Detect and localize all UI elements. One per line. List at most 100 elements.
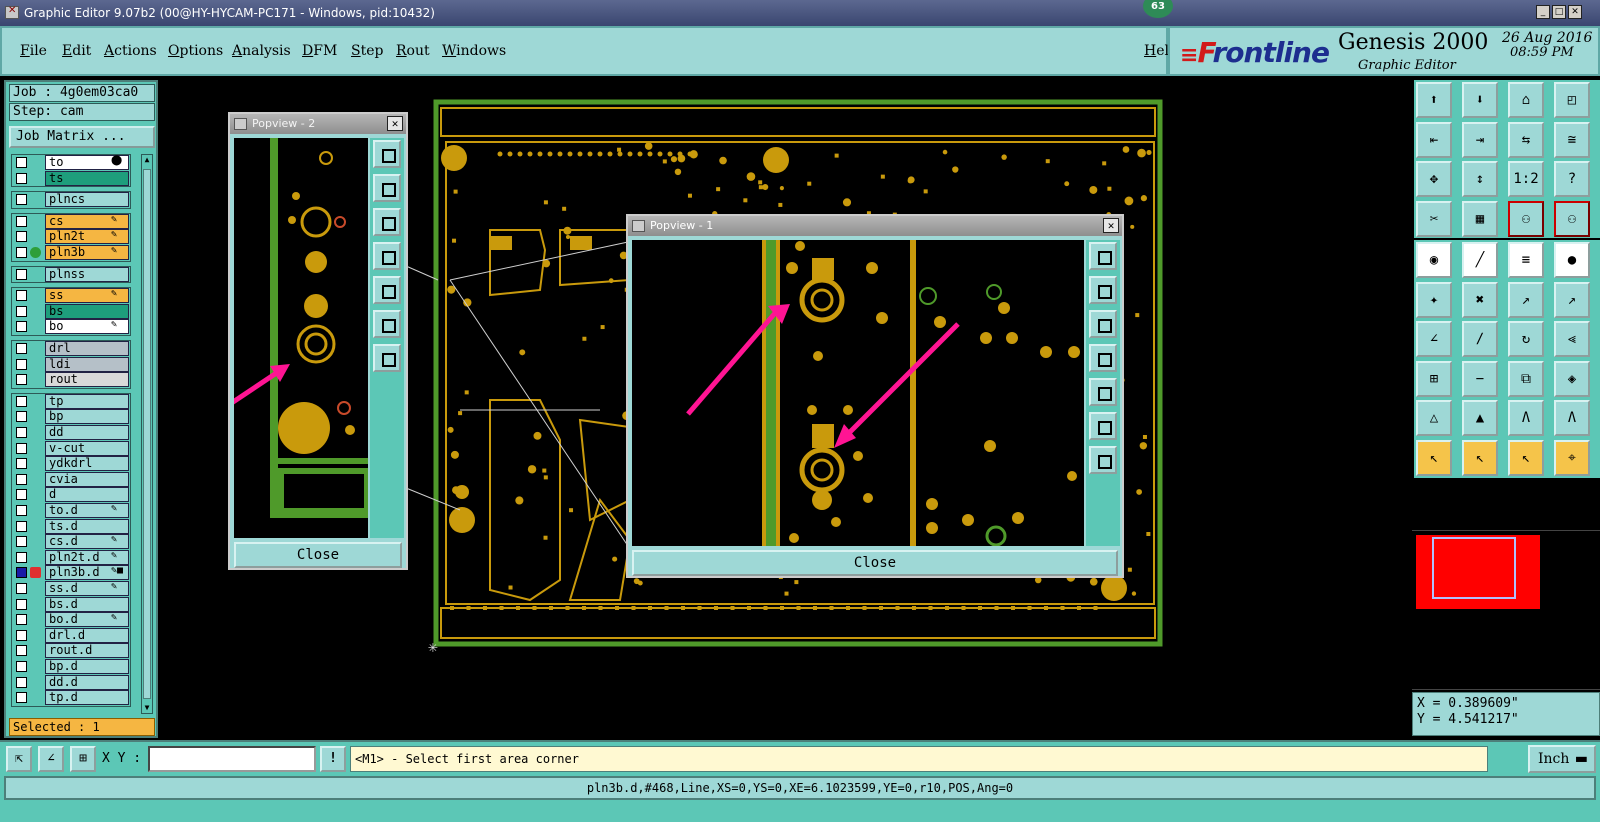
tool-button-2-0[interactable]: ✥ <box>1416 161 1452 197</box>
layer-checkbox[interactable] <box>16 215 27 227</box>
popview-2-tool-5[interactable] <box>373 276 401 304</box>
menu-actions[interactable]: Actions <box>104 43 157 59</box>
menu-file[interactable]: File <box>20 43 47 59</box>
popview-2-tool-4[interactable] <box>373 242 401 270</box>
layer-name[interactable]: rout.d <box>45 643 129 659</box>
tool-button-0-0[interactable]: ⬆ <box>1416 82 1452 118</box>
popview-1-window[interactable]: Popview - 1 ✕ Close <box>626 214 1124 578</box>
tool-button-3-3[interactable]: ⚇ <box>1554 200 1590 237</box>
layer-checkbox[interactable] <box>16 458 27 470</box>
layer-name[interactable]: ts.d <box>45 518 129 534</box>
tool-button-1-0[interactable]: ⇤ <box>1416 121 1452 158</box>
layer-checkbox[interactable] <box>16 247 27 258</box>
menu-step[interactable]: Step <box>351 43 383 59</box>
tool-button-8-0[interactable]: △ <box>1416 400 1452 436</box>
layer-name[interactable]: ldi <box>45 356 129 372</box>
layer-row[interactable]: drl.d <box>9 627 129 643</box>
layer-checkbox[interactable] <box>16 194 27 206</box>
layer-checkbox[interactable] <box>16 290 27 302</box>
layer-checkbox[interactable] <box>16 489 27 501</box>
job-matrix-button[interactable]: Job Matrix ... <box>9 126 155 148</box>
popview-2-window[interactable]: Popview - 2 ✕ Close <box>228 112 408 570</box>
layer-checkbox[interactable] <box>16 231 27 243</box>
layer-row[interactable]: bs <box>9 303 129 319</box>
layer-checkbox[interactable] <box>16 505 27 516</box>
tool-button-3-1[interactable]: ▦ <box>1462 200 1498 237</box>
layer-name[interactable]: bp <box>45 409 129 425</box>
popview-2-tool-2[interactable] <box>373 174 401 202</box>
layer-checkbox[interactable] <box>16 614 27 626</box>
layer-row[interactable]: to.d ✎ <box>9 503 129 518</box>
snap-tool-icon[interactable]: ⇱ <box>6 746 32 772</box>
layer-name[interactable]: drl.d <box>45 627 129 643</box>
layer-row[interactable]: ts.d <box>9 518 129 534</box>
layer-row[interactable]: dd <box>9 425 129 440</box>
layer-checkbox[interactable] <box>16 629 27 641</box>
layer-name[interactable]: bp.d <box>45 659 129 674</box>
layer-row[interactable]: cs ✎ <box>9 213 129 229</box>
angle-tool-icon[interactable]: ∠ <box>38 746 64 772</box>
layer-name[interactable]: plncs <box>45 192 129 208</box>
layer-name[interactable]: tp <box>45 393 129 409</box>
tool-button-1-2[interactable]: ⇆ <box>1508 121 1544 158</box>
popview-1-tool-7[interactable] <box>1089 446 1117 474</box>
tool-button-6-3[interactable]: ⪡ <box>1554 321 1590 357</box>
layer-checkbox[interactable] <box>16 598 27 610</box>
layer-row[interactable]: dd.d <box>9 674 129 690</box>
grid-tool-icon[interactable]: ⊞ <box>70 746 96 772</box>
layer-checkbox[interactable] <box>16 411 27 423</box>
menu-analysis[interactable]: Analysis <box>232 43 291 59</box>
scroll-down-icon[interactable]: ▼ <box>142 703 152 713</box>
layer-name[interactable]: v-cut <box>45 440 129 456</box>
tool-button-7-3[interactable]: ◈ <box>1554 360 1590 397</box>
layer-row[interactable]: ss ✎ <box>9 288 129 304</box>
layer-row[interactable]: bo.d ✎ <box>9 612 129 628</box>
tool-button-7-0[interactable]: ⊞ <box>1416 360 1452 397</box>
layer-checkbox[interactable] <box>16 305 27 317</box>
layer-name[interactable]: dd.d <box>45 674 129 690</box>
layer-row[interactable]: d <box>9 487 129 503</box>
popview-1-tool-6[interactable] <box>1089 412 1117 440</box>
layer-checkbox[interactable] <box>16 343 27 354</box>
scroll-up-icon[interactable]: ▲ <box>142 155 152 165</box>
popview-2-view[interactable] <box>234 138 368 538</box>
tool-button-9-0[interactable]: ↖ <box>1416 439 1452 476</box>
popview-2-close-button[interactable]: Close <box>234 542 402 568</box>
scroll-thumb[interactable] <box>143 169 151 699</box>
tool-button-3-0[interactable]: ✂ <box>1416 200 1452 237</box>
tool-button-9-3[interactable]: ⌖ <box>1554 439 1590 476</box>
overview-map[interactable] <box>1412 530 1600 690</box>
tool-button-1-3[interactable]: ≅ <box>1554 121 1590 158</box>
layer-row[interactable]: ts <box>9 170 129 186</box>
tool-button-9-2[interactable]: ↖ <box>1508 439 1544 476</box>
layer-row[interactable]: bo ✎ <box>9 319 129 335</box>
layer-checkbox[interactable] <box>16 692 27 704</box>
layer-row[interactable]: rout.d <box>9 643 129 659</box>
tool-button-1-1[interactable]: ⇥ <box>1462 121 1498 158</box>
layer-row[interactable]: cs.d ✎ <box>9 534 129 550</box>
tool-button-6-0[interactable]: ∠ <box>1416 321 1452 357</box>
tool-button-5-3[interactable]: ↗ <box>1554 281 1590 318</box>
popview-2-tool-3[interactable] <box>373 208 401 236</box>
menu-edit[interactable]: Edit <box>62 43 91 59</box>
unit-selector[interactable]: Inch ▬ <box>1528 745 1596 773</box>
layer-checkbox[interactable] <box>16 157 27 168</box>
notification-badge[interactable]: 63 <box>1143 0 1173 18</box>
layer-row[interactable]: to ⬤ <box>9 155 129 170</box>
layer-checkbox[interactable] <box>16 395 27 407</box>
layer-checkbox[interactable] <box>16 567 27 579</box>
layer-name[interactable]: bs <box>45 303 129 319</box>
layer-checkbox[interactable] <box>16 520 27 532</box>
layer-name[interactable]: ydkdrl <box>45 456 129 472</box>
layer-checkbox[interactable] <box>16 172 27 184</box>
window-menu-icon[interactable] <box>632 220 645 232</box>
tool-button-0-3[interactable]: ◰ <box>1554 82 1590 118</box>
alert-icon[interactable]: ! <box>320 746 346 772</box>
layer-checkbox[interactable] <box>16 268 27 280</box>
layer-row[interactable]: ydkdrl <box>9 456 129 472</box>
layer-name[interactable]: drl <box>45 341 129 356</box>
layer-name[interactable]: rout <box>45 372 129 388</box>
maximize-button[interactable]: □ <box>1552 5 1566 19</box>
window-menu-icon[interactable] <box>234 118 247 130</box>
layer-name[interactable]: bs.d <box>45 596 129 612</box>
